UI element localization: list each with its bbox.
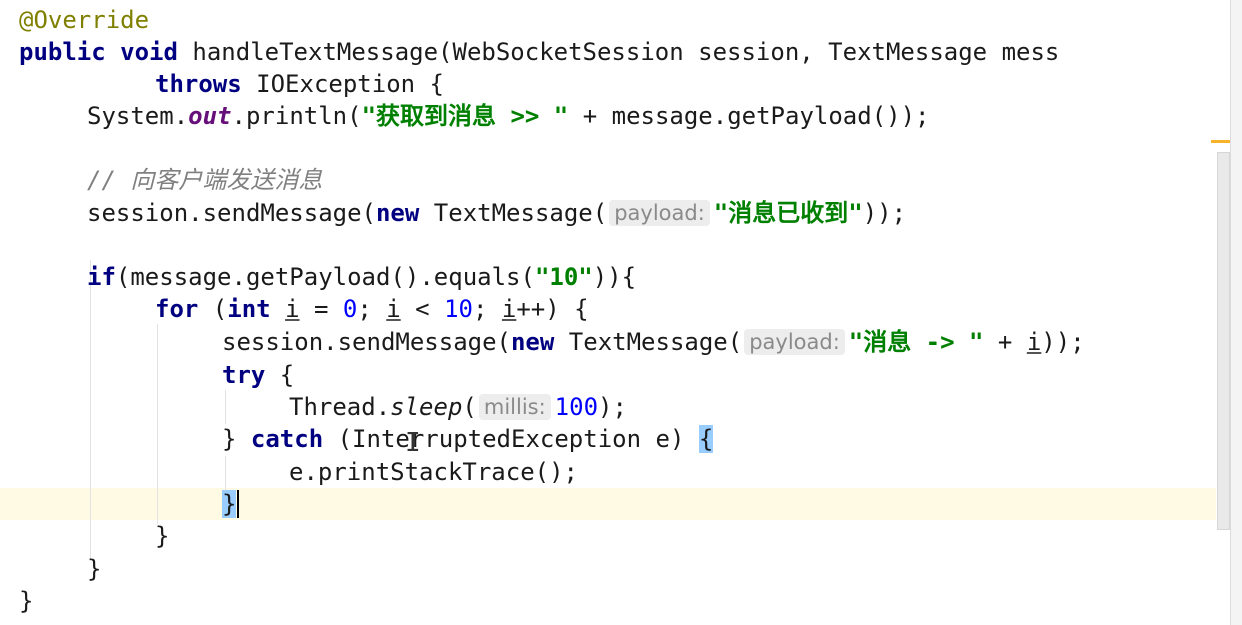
code-line-catch-close[interactable]: } bbox=[222, 488, 237, 520]
keyword-try: try bbox=[222, 361, 266, 389]
paren-open: ( bbox=[462, 393, 477, 421]
matched-brace-close: } bbox=[222, 490, 237, 518]
keyword-if: if bbox=[87, 263, 116, 291]
mouse-ibeam-icon: I bbox=[405, 428, 421, 458]
number-literal: 100 bbox=[554, 393, 599, 421]
if-condition: (message.getPayload().equals( bbox=[115, 263, 535, 291]
keyword-throws: throws bbox=[155, 70, 242, 98]
matched-brace-open: { bbox=[698, 425, 714, 453]
print-stack-trace-call: e.printStackTrace(); bbox=[289, 458, 578, 486]
number-literal: 0 bbox=[342, 295, 358, 323]
right-tool-window-strip[interactable] bbox=[1230, 0, 1242, 625]
keyword-int: int bbox=[227, 295, 271, 323]
keyword-new: new bbox=[375, 199, 420, 227]
increment: ++) { bbox=[516, 295, 589, 323]
assign-op: = bbox=[299, 295, 343, 323]
indent-guide bbox=[225, 390, 226, 424]
indent-guide bbox=[90, 260, 91, 560]
send-message-call: session.sendMessage( bbox=[222, 328, 511, 356]
code-line-annotation[interactable]: @Override bbox=[19, 4, 149, 36]
code-line-comment[interactable]: // 向客户端发送消息 bbox=[87, 164, 322, 196]
code-line-printstacktrace[interactable]: e.printStackTrace(); bbox=[289, 456, 578, 488]
code-line-if-close[interactable]: } bbox=[87, 553, 101, 585]
annotation: @Override bbox=[19, 6, 150, 34]
static-method-sleep: sleep bbox=[390, 393, 463, 421]
indent-guide bbox=[157, 324, 158, 524]
textmessage-constructor: TextMessage( bbox=[419, 199, 608, 227]
brace-close: } bbox=[222, 425, 251, 453]
code-line-if[interactable]: if(message.getPayload().equals("10")){ bbox=[87, 261, 636, 293]
call-close: ); bbox=[598, 393, 627, 421]
keyword-new: new bbox=[510, 328, 555, 356]
catch-clause: (InterruptedException e) bbox=[323, 425, 699, 453]
number-literal: 10 bbox=[444, 295, 473, 323]
comment: // 向客户端发送消息 bbox=[87, 166, 323, 194]
loop-variable: i bbox=[386, 295, 401, 323]
static-field-out: out bbox=[188, 102, 232, 130]
code-line-for-close[interactable]: } bbox=[155, 520, 169, 552]
semicolon: ; bbox=[472, 295, 502, 323]
scrollbar-thumb[interactable] bbox=[1217, 152, 1230, 530]
code-line-method-close[interactable]: } bbox=[19, 585, 33, 617]
code-line-send-ack[interactable]: session.sendMessage(new TextMessage(payl… bbox=[87, 197, 906, 229]
keyword-catch: catch bbox=[250, 425, 324, 453]
parameter-hint-payload: payload: bbox=[744, 329, 845, 355]
brace-open: { bbox=[265, 361, 295, 389]
parameter-hint-millis: millis: bbox=[478, 394, 551, 420]
call-close: )); bbox=[1041, 328, 1085, 356]
brace-close: } bbox=[87, 555, 102, 583]
string-literal: "10" bbox=[534, 263, 593, 291]
code-line-for[interactable]: for (int i = 0; i < 10; i++) { bbox=[155, 293, 589, 325]
string-literal: "消息已收到" bbox=[713, 199, 863, 227]
code-line-send-loop[interactable]: session.sendMessage(new TextMessage(payl… bbox=[222, 326, 1085, 358]
code-line-sleep[interactable]: Thread.sleep(millis: 100); bbox=[289, 391, 627, 423]
thread-class: Thread. bbox=[289, 393, 391, 421]
code-line-catch[interactable]: } catch (InterruptedException e) { bbox=[222, 423, 714, 455]
code-line-method-signature[interactable]: public void handleTextMessage(WebSocketS… bbox=[19, 36, 1059, 68]
text-caret bbox=[237, 490, 239, 518]
code-line-try[interactable]: try { bbox=[222, 359, 294, 391]
code-line-println[interactable]: System.out.println("获取到消息 >> " + message… bbox=[87, 100, 930, 132]
throws-clause: IOException { bbox=[256, 70, 444, 98]
warning-marker[interactable] bbox=[1211, 140, 1230, 143]
sysout-prefix: System. bbox=[87, 102, 189, 130]
textmessage-constructor: TextMessage( bbox=[554, 328, 743, 356]
code-editor[interactable]: @Override public void handleTextMessage(… bbox=[0, 0, 1242, 625]
keyword-for: for bbox=[155, 295, 199, 323]
send-message-call: session.sendMessage( bbox=[87, 199, 376, 227]
loop-variable: i bbox=[501, 295, 517, 323]
string-literal: "获取到消息 >> " bbox=[361, 102, 569, 130]
println-rest: + message.getPayload()); bbox=[568, 102, 930, 130]
semicolon: ; bbox=[357, 295, 387, 323]
println-call: .println( bbox=[231, 102, 362, 130]
current-line-highlight bbox=[0, 488, 1216, 520]
brace-close: } bbox=[155, 522, 170, 550]
for-open: ( bbox=[198, 295, 228, 323]
keyword-void: void bbox=[120, 38, 178, 66]
code-line-throws[interactable]: throws IOException { bbox=[155, 68, 444, 100]
if-close: )){ bbox=[592, 263, 637, 291]
plus-op: + bbox=[983, 328, 1027, 356]
parameter-hint-payload: payload: bbox=[609, 200, 710, 226]
loop-variable: i bbox=[285, 295, 300, 323]
brace-close: } bbox=[19, 587, 34, 615]
less-than-op: < bbox=[400, 295, 445, 323]
keyword-public: public bbox=[19, 38, 106, 66]
indent-guide bbox=[225, 456, 226, 490]
call-close: )); bbox=[862, 199, 907, 227]
loop-variable: i bbox=[1026, 328, 1042, 356]
string-literal: "消息 -> " bbox=[848, 328, 984, 356]
method-signature: handleTextMessage(WebSocketSession sessi… bbox=[192, 38, 1060, 66]
